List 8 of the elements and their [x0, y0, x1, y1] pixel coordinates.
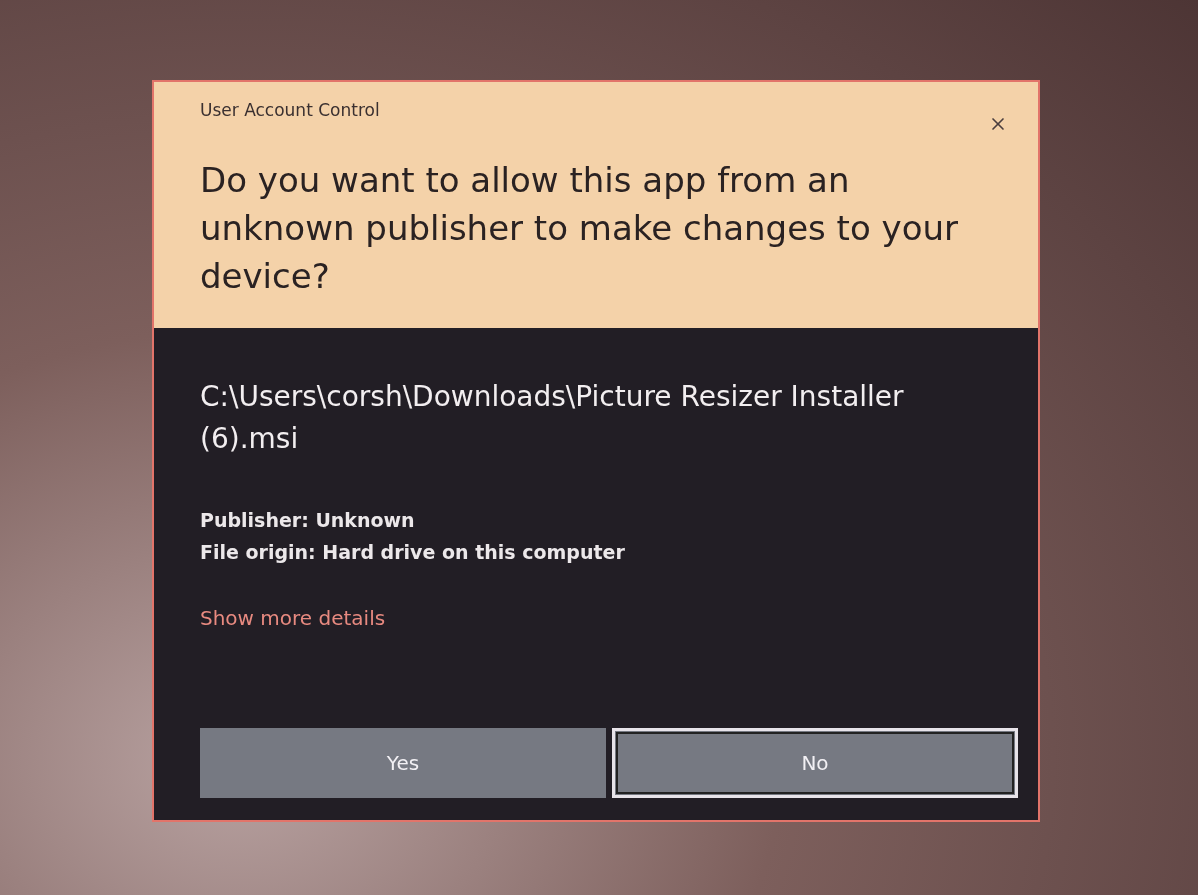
detail-text: Publisher: Unknown	[200, 508, 416, 533]
details-link[interactable]: Show more details	[200, 606, 386, 630]
program-path: C:\Users\corsh\Downloads\Picture Resizer Installer (6).msi	[200, 379, 905, 457]
dialog-button[interactable]: No	[612, 728, 1018, 798]
detail-text: File origin: Hard drive on this computer	[200, 540, 626, 565]
question-text: Do you want to allow this app from an unknown publisher to make changes to your device?	[200, 159, 959, 298]
dialog-button[interactable]: Yes	[200, 728, 606, 798]
window-title: User Account Control	[200, 100, 380, 120]
